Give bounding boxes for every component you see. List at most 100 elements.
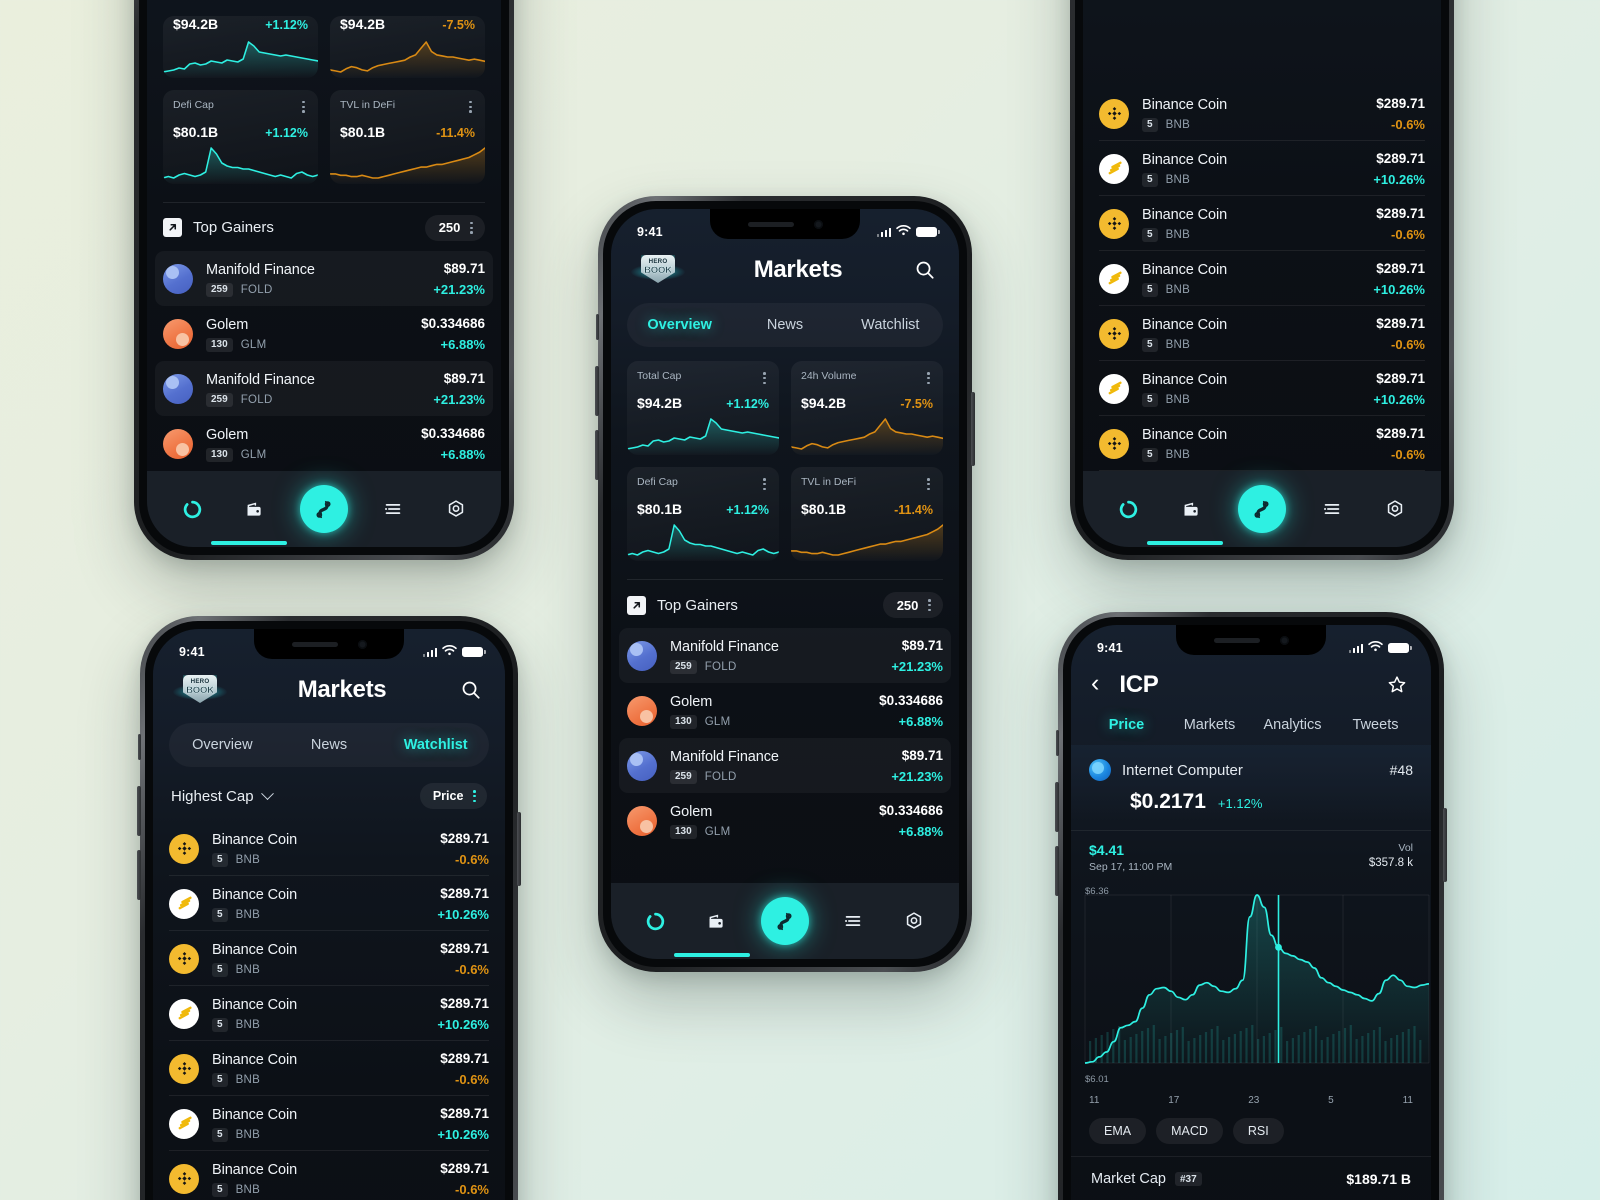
search-icon[interactable] <box>457 676 485 704</box>
kebab-icon[interactable] <box>924 476 933 492</box>
tab-watchlist[interactable]: Watchlist <box>838 317 943 333</box>
tab-tweets[interactable]: Tweets <box>1334 717 1417 733</box>
volume-up-button[interactable] <box>1055 782 1059 832</box>
kebab-icon[interactable] <box>760 370 769 386</box>
tab-overview[interactable]: Overview <box>627 317 732 333</box>
price-chart[interactable]: $6.36 $6.01 <box>1071 881 1431 1093</box>
indicator-chip-rsi[interactable]: RSI <box>1232 1118 1284 1144</box>
metric-card[interactable]: 24h Volume $94.2B -7.5% <box>791 361 943 455</box>
nav-item-list-menu[interactable] <box>376 492 410 526</box>
mute-switch[interactable] <box>1056 730 1059 756</box>
metric-card[interactable]: $94.2B -7.5% <box>330 15 485 78</box>
volume-up-button[interactable] <box>137 786 141 836</box>
count-pill[interactable]: 250 <box>882 592 943 619</box>
kebab-icon[interactable] <box>470 788 479 804</box>
indicator-chips[interactable]: EMA MACD RSI <box>1071 1112 1431 1156</box>
hero-book-logo[interactable]: HERO BOOK <box>631 253 685 287</box>
mute-switch[interactable] <box>596 314 599 340</box>
list-item[interactable]: Binance Coin 5 BNB $289.71 +10.26% <box>1083 141 1441 196</box>
list-item[interactable]: Binance Coin 5 BNB $289.71 -0.6% <box>1083 86 1441 141</box>
list-item[interactable]: Binance Coin 5 BNB $289.71 +10.26% <box>153 876 505 932</box>
nav-item-list-menu[interactable] <box>1315 492 1349 526</box>
tab-watchlist[interactable]: Watchlist <box>382 737 489 753</box>
power-button[interactable] <box>971 392 975 466</box>
metric-card[interactable]: Defi Cap $80.1B +1.12% <box>627 467 779 561</box>
tab-price[interactable]: Price <box>1085 717 1168 733</box>
gainers-list[interactable]: Manifold Finance 259 FOLD $89.71 +21.23% Gole… <box>147 251 501 471</box>
nav-item-settings-hexagon[interactable] <box>1378 492 1412 526</box>
star-icon[interactable] <box>1383 671 1411 699</box>
search-icon[interactable] <box>911 256 939 284</box>
tab-analytics[interactable]: Analytics <box>1251 717 1334 733</box>
volume-down-button[interactable] <box>1055 846 1059 896</box>
metric-card[interactable]: $94.2B +1.12% <box>163 15 318 78</box>
volume-up-button[interactable] <box>595 366 599 416</box>
list-item[interactable]: Binance Coin 5 BNB $289.71 +10.26% <box>153 986 505 1042</box>
power-button[interactable] <box>1443 808 1447 882</box>
sort-selector[interactable]: Highest Cap <box>171 786 274 805</box>
volume-down-button[interactable] <box>595 430 599 480</box>
indicator-chip-ema[interactable]: EMA <box>1089 1118 1147 1144</box>
watchlist-list[interactable]: Binance Coin 5 BNB $289.71 -0.6% Binance Coin… <box>1083 0 1441 471</box>
back-button[interactable]: ‹ <box>1091 671 1105 699</box>
kebab-icon[interactable] <box>299 99 308 115</box>
tab-bar[interactable]: Overview News Watchlist <box>627 303 943 347</box>
list-item[interactable]: Manifold Finance 259 FOLD $89.71 +21.23% <box>619 738 951 794</box>
list-item[interactable]: Golem 130 GLM $0.334686 +6.88% <box>147 306 501 361</box>
list-item[interactable]: Binance Coin 5 BNB $289.71 +10.26% <box>1083 251 1441 306</box>
metric-card[interactable]: TVL in DeFi $80.1B -11.4% <box>791 467 943 561</box>
metric-card[interactable]: Defi Cap $80.1B +1.12% <box>163 89 318 184</box>
tab-markets[interactable]: Markets <box>1168 717 1251 733</box>
nav-item-wallet[interactable] <box>1175 492 1209 526</box>
kebab-icon[interactable] <box>466 99 475 115</box>
price-pill[interactable]: Price <box>419 783 487 810</box>
watchlist-list[interactable]: Binance Coin 5 BNB $289.71 -0.6% Binance Coin… <box>153 821 505 1200</box>
list-item[interactable]: Binance Coin 5 BNB $289.71 -0.6% <box>153 821 505 877</box>
list-item[interactable]: Golem 130 GLM $0.334686 +6.88% <box>147 416 501 471</box>
kebab-icon[interactable] <box>760 476 769 492</box>
tab-news[interactable]: News <box>276 737 383 753</box>
indicator-chip-macd[interactable]: MACD <box>1156 1118 1223 1144</box>
tab-news[interactable]: News <box>732 317 837 333</box>
list-item[interactable]: Manifold Finance 259 FOLD $89.71 +21.23% <box>619 628 951 684</box>
bottom-nav[interactable] <box>1083 471 1441 547</box>
list-item[interactable]: Binance Coin 5 BNB $289.71 -0.6% <box>1083 306 1441 361</box>
metric-card[interactable]: Total Cap $94.2B +1.12% <box>627 361 779 455</box>
metric-card[interactable]: TVL in DeFi $80.1B -11.4% <box>330 89 485 184</box>
list-item[interactable]: Binance Coin 5 BNB $289.71 -0.6% <box>153 1151 505 1200</box>
gainers-list[interactable]: Manifold Finance 259 FOLD $89.71 +21.23% Gole… <box>611 628 959 883</box>
list-item[interactable]: Manifold Finance 259 FOLD $89.71 +21.23% <box>155 361 493 416</box>
power-button[interactable] <box>517 812 521 886</box>
tab-bar[interactable]: Price Markets Analytics Tweets <box>1085 705 1417 745</box>
kebab-icon[interactable] <box>924 370 933 386</box>
list-item[interactable]: Binance Coin 5 BNB $289.71 +10.26% <box>153 1096 505 1152</box>
list-item[interactable]: Binance Coin 5 BNB $289.71 -0.6% <box>1083 416 1441 471</box>
nav-item-list-menu[interactable] <box>836 904 870 938</box>
nav-fab-swap[interactable] <box>1237 485 1286 533</box>
mute-switch[interactable] <box>138 734 141 760</box>
nav-item-settings-hexagon[interactable] <box>897 904 931 938</box>
tab-overview[interactable]: Overview <box>169 737 276 753</box>
kebab-icon[interactable] <box>467 220 476 236</box>
kebab-icon[interactable] <box>925 597 934 613</box>
nav-item-donut-chart[interactable] <box>1112 492 1146 526</box>
list-item[interactable]: Golem 130 GLM $0.334686 +6.88% <box>611 683 959 738</box>
nav-item-wallet[interactable] <box>238 492 272 526</box>
list-item[interactable]: Manifold Finance 259 FOLD $89.71 +21.23% <box>155 251 493 306</box>
market-cap-row[interactable]: Market Cap #37 $189.71 B <box>1071 1156 1431 1200</box>
nav-item-donut-chart[interactable] <box>175 492 209 526</box>
hero-book-logo[interactable]: HERO BOOK <box>173 673 227 707</box>
count-pill[interactable]: 250 <box>424 214 485 241</box>
tab-bar[interactable]: Overview News Watchlist <box>169 723 489 767</box>
nav-fab-swap[interactable] <box>299 485 348 533</box>
nav-item-donut-chart[interactable] <box>639 904 673 938</box>
list-item[interactable]: Binance Coin 5 BNB $289.71 -0.6% <box>1083 196 1441 251</box>
list-item[interactable]: Golem 130 GLM $0.334686 +6.88% <box>611 793 959 848</box>
bottom-nav[interactable] <box>611 883 959 959</box>
volume-down-button[interactable] <box>137 850 141 900</box>
list-item[interactable]: Binance Coin 5 BNB $289.71 +10.26% <box>1083 361 1441 416</box>
bottom-nav[interactable] <box>147 471 501 547</box>
list-item[interactable]: Binance Coin 5 BNB $289.71 -0.6% <box>153 931 505 987</box>
nav-item-settings-hexagon[interactable] <box>439 492 473 526</box>
list-item[interactable]: Binance Coin 5 BNB $289.71 -0.6% <box>153 1041 505 1097</box>
